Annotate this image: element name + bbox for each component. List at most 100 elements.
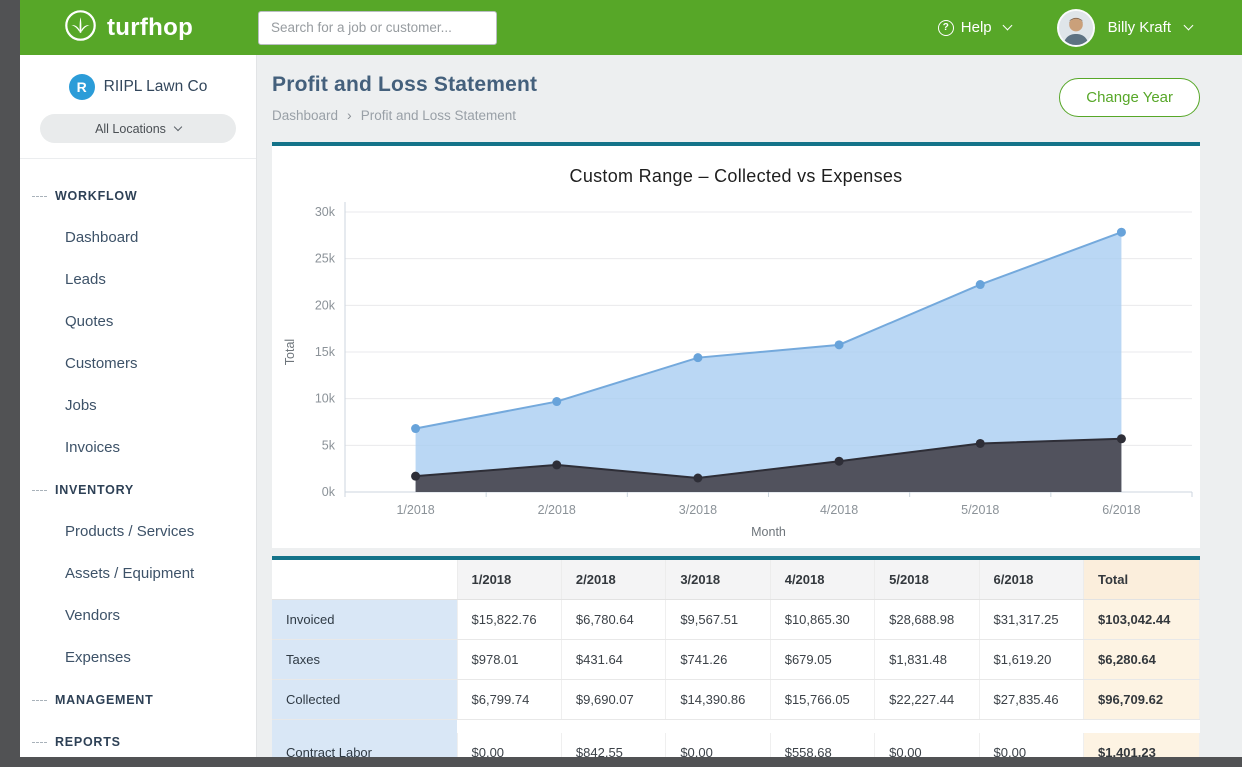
cell-value: $9,690.07 — [561, 680, 665, 720]
svg-text:6/2018: 6/2018 — [1102, 503, 1140, 517]
svg-text:5k: 5k — [322, 438, 336, 452]
table-row: Invoiced$15,822.76$6,780.64$9,567.51$10,… — [272, 600, 1200, 640]
breadcrumb-dashboard[interactable]: Dashboard — [272, 108, 338, 123]
svg-text:30k: 30k — [315, 205, 336, 219]
table-row: Taxes$978.01$431.64$741.26$679.05$1,831.… — [272, 640, 1200, 680]
nav-section-label: WORKFLOW — [55, 189, 137, 203]
table-row: Collected$6,799.74$9,690.07$14,390.86$15… — [272, 680, 1200, 720]
svg-text:15k: 15k — [315, 345, 336, 359]
help-icon: ? — [938, 20, 954, 36]
sidebar-item-assets-equipment[interactable]: Assets / Equipment — [20, 553, 256, 595]
brand-name: turfhop — [107, 14, 193, 42]
cell-value: $15,766.05 — [770, 680, 874, 720]
svg-text:20k: 20k — [315, 298, 336, 312]
col-header: 3/2018 — [666, 560, 770, 600]
svg-text:Total: Total — [283, 339, 297, 365]
cell-value: $1,831.48 — [875, 640, 979, 680]
cell-value: $6,799.74 — [457, 680, 561, 720]
col-header: Total — [1084, 560, 1200, 600]
svg-text:4/2018: 4/2018 — [820, 503, 858, 517]
search-input[interactable] — [258, 11, 497, 45]
app-window: turfhop ? Help Billy Kraft — [20, 0, 1242, 757]
svg-text:2/2018: 2/2018 — [538, 503, 576, 517]
cell-value: $0.00 — [457, 733, 561, 758]
col-header: 4/2018 — [770, 560, 874, 600]
topbar-right: ? Help Billy Kraft — [938, 9, 1242, 47]
main-content: Profit and Loss Statement Dashboard › Pr… — [257, 55, 1242, 757]
cell-value: $14,390.86 — [666, 680, 770, 720]
brand[interactable]: turfhop — [20, 9, 257, 47]
cell-value: $0.00 — [875, 733, 979, 758]
nav-section-label: MANAGEMENT — [55, 693, 153, 707]
nav-section-label: INVENTORY — [55, 483, 134, 497]
sidebar-item-products-services[interactable]: Products / Services — [20, 511, 256, 553]
table-row: Contract Labor$0.00$842.55$0.00$558.68$0… — [272, 733, 1200, 758]
col-header: 2/2018 — [561, 560, 665, 600]
row-label: Invoiced — [272, 600, 457, 640]
sidebar-item-expenses[interactable]: Expenses — [20, 637, 256, 679]
sidebar-item-quotes[interactable]: Quotes — [20, 301, 256, 343]
chart-title: Custom Range – Collected vs Expenses — [272, 146, 1200, 192]
company-logo-icon: R — [69, 74, 95, 100]
cell-value: $978.01 — [457, 640, 561, 680]
svg-text:5/2018: 5/2018 — [961, 503, 999, 517]
user-avatar[interactable] — [1057, 9, 1095, 47]
sidebar-nav: WORKFLOW DashboardLeadsQuotesCustomersJob… — [20, 159, 256, 757]
help-menu[interactable]: ? Help — [938, 19, 1011, 36]
pl-area-chart: 0k5k10k15k20k25k30k1/20182/20183/20184/2… — [272, 192, 1200, 544]
change-year-button[interactable]: Change Year — [1059, 78, 1200, 117]
row-label: Contract Labor — [272, 733, 457, 758]
sidebar-item-dashboard[interactable]: Dashboard — [20, 217, 256, 259]
cell-value: $431.64 — [561, 640, 665, 680]
tree-dash-icon — [32, 742, 47, 743]
cell-value: $22,227.44 — [875, 680, 979, 720]
sidebar-item-leads[interactable]: Leads — [20, 259, 256, 301]
col-header: 6/2018 — [979, 560, 1083, 600]
sidebar-item-customers[interactable]: Customers — [20, 343, 256, 385]
row-total: $1,401.23 — [1084, 733, 1200, 758]
sidebar-header: R RIIPL Lawn Co All Locations — [20, 55, 256, 159]
chart-card: Custom Range – Collected vs Expenses 0k5… — [272, 142, 1200, 548]
chevron-down-icon — [1002, 21, 1012, 31]
pl-table-card: 1/20182/20183/20184/20185/20186/2018Tota… — [272, 556, 1200, 757]
breadcrumb: Dashboard › Profit and Loss Statement — [272, 107, 537, 123]
company-header[interactable]: R RIIPL Lawn Co — [20, 55, 256, 112]
cell-value: $679.05 — [770, 640, 874, 680]
sidebar-item-vendors[interactable]: Vendors — [20, 595, 256, 637]
breadcrumb-current: Profit and Loss Statement — [361, 108, 516, 123]
user-name: Billy Kraft — [1108, 19, 1171, 36]
cell-value: $558.68 — [770, 733, 874, 758]
tree-dash-icon — [32, 490, 47, 491]
sidebar: R RIIPL Lawn Co All Locations WORKFLOW Da… — [20, 55, 257, 757]
locations-dropdown[interactable]: All Locations — [40, 114, 236, 143]
svg-text:3/2018: 3/2018 — [679, 503, 717, 517]
page-title: Profit and Loss Statement — [272, 73, 537, 97]
cell-value: $15,822.76 — [457, 600, 561, 640]
nav-section-workflow[interactable]: WORKFLOW — [20, 175, 256, 217]
pl-table: 1/20182/20183/20184/20185/20186/2018Tota… — [272, 560, 1200, 757]
turfhop-logo-icon — [64, 9, 97, 47]
row-total: $6,280.64 — [1084, 640, 1200, 680]
tree-dash-icon — [32, 196, 47, 197]
chevron-down-icon — [1184, 21, 1194, 31]
user-menu[interactable]: Billy Kraft — [1108, 19, 1192, 36]
row-label: Taxes — [272, 640, 457, 680]
page-header: Profit and Loss Statement Dashboard › Pr… — [272, 73, 1200, 123]
cell-value: $28,688.98 — [875, 600, 979, 640]
top-navbar: turfhop ? Help Billy Kraft — [20, 0, 1242, 55]
nav-section-inventory[interactable]: INVENTORY — [20, 469, 256, 511]
sidebar-item-jobs[interactable]: Jobs — [20, 385, 256, 427]
company-name: RIIPL Lawn Co — [104, 78, 208, 96]
sidebar-item-invoices[interactable]: Invoices — [20, 427, 256, 469]
cell-value: $10,865.30 — [770, 600, 874, 640]
cell-value: $6,780.64 — [561, 600, 665, 640]
row-label: Collected — [272, 680, 457, 720]
cell-value: $1,619.20 — [979, 640, 1083, 680]
nav-section-label: REPORTS — [55, 735, 121, 749]
svg-text:10k: 10k — [315, 392, 336, 406]
nav-section-management[interactable]: MANAGEMENT — [20, 679, 256, 721]
nav-section-reports[interactable]: REPORTS — [20, 721, 256, 757]
col-header: 5/2018 — [875, 560, 979, 600]
help-label: Help — [961, 19, 992, 36]
svg-text:Month: Month — [751, 525, 786, 539]
